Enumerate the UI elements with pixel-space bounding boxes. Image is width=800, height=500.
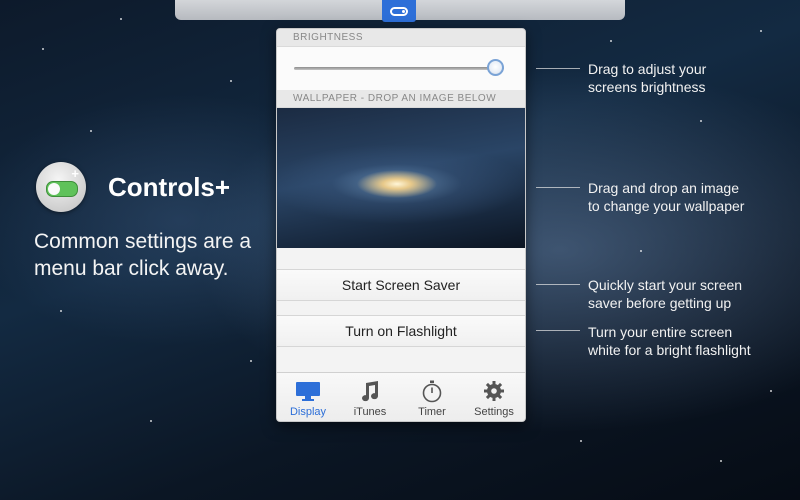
- callout-line: [536, 330, 580, 331]
- brightness-slider[interactable]: [277, 47, 525, 90]
- wallpaper-drop-zone[interactable]: [277, 108, 525, 248]
- callout-screen-saver: Quickly start your screen saver before g…: [588, 276, 742, 312]
- tab-timer[interactable]: Timer: [401, 373, 463, 421]
- tab-label: iTunes: [353, 406, 387, 418]
- stopwatch-icon: [422, 380, 442, 403]
- callout-text: Turn your entire screen: [588, 324, 733, 340]
- menubar-toggle-icon[interactable]: [382, 0, 416, 22]
- callout-flashlight: Turn your entire screen white for a brig…: [588, 323, 751, 359]
- tab-bar: Display iTunes Timer Settings: [277, 372, 525, 421]
- tab-label: Display: [289, 406, 327, 418]
- flashlight-button[interactable]: Turn on Flashlight: [277, 315, 525, 347]
- wallpaper-label: WALLPAPER - DROP AN IMAGE BELOW: [277, 90, 525, 108]
- callout-line: [536, 284, 580, 285]
- callout-text: Drag to adjust your: [588, 61, 707, 77]
- tab-label: Timer: [418, 406, 446, 418]
- start-screen-saver-button[interactable]: Start Screen Saver: [277, 269, 525, 301]
- callout-brightness: Drag to adjust your screens brightness: [588, 60, 706, 96]
- tab-display[interactable]: Display: [277, 373, 339, 421]
- controls-panel: BRIGHTNESS WALLPAPER - DROP AN IMAGE BEL…: [276, 28, 526, 422]
- slider-track[interactable]: [294, 67, 504, 70]
- callout-wallpaper: Drag and drop an image to change your wa…: [588, 179, 744, 215]
- callout-line: [536, 187, 580, 188]
- callout-text: screens brightness: [588, 79, 706, 95]
- tab-settings[interactable]: Settings: [463, 373, 525, 421]
- app-name: Controls+: [108, 171, 231, 202]
- app-tagline: Common settings are a menu bar click awa…: [34, 230, 252, 280]
- callout-line: [536, 68, 580, 69]
- callout-text: white for a bright flashlight: [588, 342, 751, 358]
- music-note-icon: [362, 381, 379, 402]
- callout-text: Quickly start your screen: [588, 277, 743, 293]
- app-brand: + Controls+: [36, 162, 230, 212]
- brightness-label: BRIGHTNESS: [277, 29, 525, 47]
- app-logo-icon: +: [36, 162, 86, 212]
- callout-text: saver before getting up: [588, 295, 732, 311]
- tab-label: Settings: [474, 406, 514, 418]
- callout-text: to change your wallpaper: [588, 198, 745, 214]
- slider-thumb[interactable]: [487, 59, 505, 76]
- gear-icon: [484, 381, 504, 401]
- tab-itunes[interactable]: iTunes: [339, 373, 401, 421]
- display-icon: [296, 382, 320, 401]
- callout-text: Drag and drop an image: [588, 180, 739, 196]
